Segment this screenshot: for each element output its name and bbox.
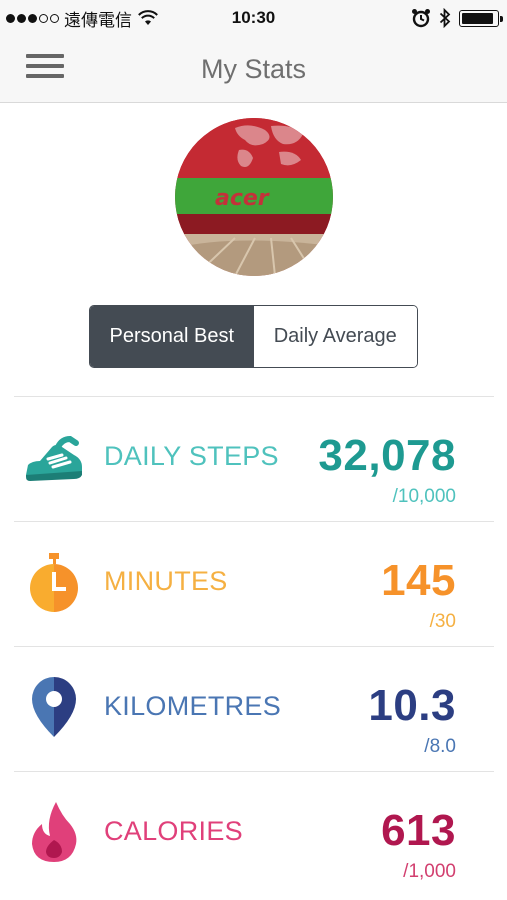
stat-value: 10.3 bbox=[368, 681, 456, 730]
stat-label: KILOMETRES bbox=[104, 691, 282, 721]
stat-row-steps[interactable]: DAILY STEPS 32,078 /10,000 bbox=[14, 396, 494, 521]
shoe-icon bbox=[26, 435, 82, 481]
battery-icon bbox=[459, 9, 503, 27]
stat-value: 613 bbox=[381, 806, 456, 855]
status-bar: 遠傳電信 10:30 bbox=[0, 0, 507, 36]
stat-value: 145 bbox=[381, 556, 456, 605]
stat-label: MINUTES bbox=[104, 566, 228, 596]
stopwatch-icon bbox=[30, 553, 78, 612]
stat-value: 32,078 bbox=[318, 431, 456, 480]
stats-list: DAILY STEPS 32,078 /10,000 MINUTES 145 /… bbox=[14, 396, 494, 896]
stat-goal: /8.0 bbox=[424, 736, 456, 757]
status-right bbox=[411, 8, 503, 28]
stat-row-minutes[interactable]: MINUTES 145 /30 bbox=[14, 521, 494, 646]
daily-average-tab[interactable]: Daily Average bbox=[253, 306, 417, 367]
stat-goal: /10,000 bbox=[392, 486, 456, 507]
stat-label: DAILY STEPS bbox=[104, 441, 279, 471]
stat-goal: /30 bbox=[429, 611, 456, 632]
page-title: My Stats bbox=[200, 54, 307, 84]
navigation-bar: My Stats bbox=[0, 36, 507, 103]
stat-row-kilometres[interactable]: KILOMETRES 10.3 /8.0 bbox=[14, 646, 494, 771]
personal-best-tab[interactable]: Personal Best bbox=[90, 306, 254, 367]
bluetooth-icon bbox=[439, 8, 451, 28]
stat-label: CALORIES bbox=[104, 816, 243, 846]
svg-text:acer: acer bbox=[215, 186, 270, 211]
alarm-icon bbox=[412, 9, 430, 28]
stat-goal: /1,000 bbox=[403, 861, 456, 882]
stat-row-calories[interactable]: CALORIES 613 /1,000 bbox=[14, 771, 494, 896]
profile-avatar[interactable]: acer bbox=[175, 118, 333, 276]
stats-mode-toggle: Personal Best Daily Average bbox=[89, 305, 418, 368]
map-pin-icon bbox=[32, 677, 76, 737]
flame-icon bbox=[32, 802, 77, 862]
